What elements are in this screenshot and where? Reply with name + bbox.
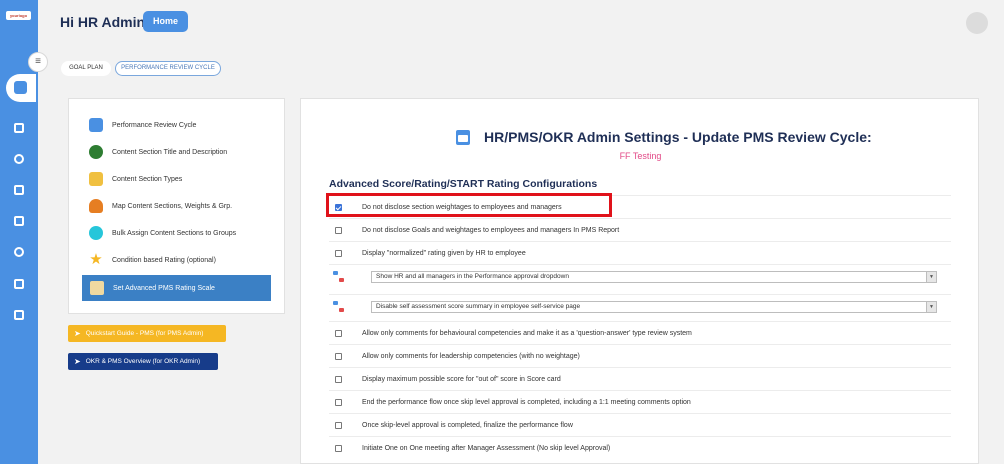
chevron-down-icon: ▼ [926, 271, 936, 282]
settings-menu-card: Performance Review Cycle Content Section… [68, 98, 285, 314]
quickstart-guide-button[interactable]: ➤ Quickstart Guide - PMS (for PMS Admin) [68, 325, 226, 342]
menu-item-performance-review-cycle[interactable]: Performance Review Cycle [89, 116, 196, 134]
option-row[interactable]: Display "normalized" rating given by HR … [329, 241, 951, 264]
option-label: Initiate One on One meeting after Manage… [362, 444, 611, 452]
option-row[interactable]: Allow only comments for behavioural comp… [329, 321, 951, 344]
option-checkbox[interactable] [335, 375, 342, 383]
handshake-icon[interactable] [14, 247, 24, 257]
option-label: End the performance flow once skip level… [362, 398, 691, 406]
menu-item-content-section-title[interactable]: Content Section Title and Description [89, 143, 227, 161]
option-checkbox[interactable] [335, 444, 342, 452]
menu-item-label: Condition based Rating (optional) [112, 256, 216, 264]
menu-item-condition-based-rating[interactable]: ★ Condition based Rating (optional) [89, 251, 216, 269]
approval-dropdown-select[interactable]: Show HR and all managers in the Performa… [371, 270, 937, 283]
menu-item-label: Content Section Types [112, 175, 183, 183]
chevron-down-icon: ▼ [926, 301, 936, 312]
option-checkbox[interactable] [335, 421, 342, 429]
rating-scale-icon [90, 281, 104, 295]
dashboard-icon [14, 81, 27, 94]
calendar-icon [89, 118, 103, 132]
settings-content-card: HR/PMS/OKR Admin Settings - Update PMS R… [300, 98, 979, 464]
option-row[interactable]: Do not disclose Goals and weightages to … [329, 218, 951, 241]
group-icon [89, 226, 103, 240]
option-label: Display "normalized" rating given by HR … [362, 249, 526, 257]
collapse-sidebar-icon[interactable]: ≡ [28, 52, 48, 72]
select-row: Show HR and all managers in the Performa… [329, 264, 951, 288]
workflow-icon [333, 270, 345, 283]
document-icon[interactable] [14, 279, 24, 289]
star-icon: ★ [89, 251, 103, 268]
option-label: Allow only comments for behavioural comp… [362, 329, 692, 337]
book-open-icon[interactable] [14, 185, 24, 195]
option-row[interactable]: Once skip-level approval is completed, f… [329, 413, 951, 436]
avatar[interactable] [966, 12, 988, 34]
calendar-title-icon [456, 129, 470, 145]
brand-logo: yourlogo [6, 11, 31, 20]
tab-performance-review-cycle[interactable]: PERFORMANCE REVIEW CYCLE [115, 61, 221, 76]
users-icon[interactable] [14, 154, 24, 164]
option-row[interactable]: Allow only comments for leadership compe… [329, 344, 951, 367]
section-heading: Advanced Score/Rating/START Rating Confi… [329, 178, 598, 190]
option-label: Do not disclose Goals and weightages to … [362, 226, 620, 234]
option-checkbox[interactable] [335, 398, 342, 406]
option-label: Once skip-level approval is completed, f… [362, 421, 573, 429]
menu-item-advanced-pms-rating-scale[interactable]: Set Advanced PMS Rating Scale [82, 275, 271, 301]
review-cycle-name: FF Testing [619, 151, 662, 161]
option-row[interactable]: Initiate One on One meeting after Manage… [329, 436, 951, 459]
menu-item-label: Bulk Assign Content Sections to Groups [112, 229, 237, 237]
option-checkbox[interactable] [335, 226, 342, 234]
menu-item-label: Content Section Title and Description [112, 148, 228, 156]
option-checkbox[interactable] [335, 249, 342, 257]
badge-icon [89, 172, 103, 186]
option-row[interactable]: End the performance flow once skip level… [329, 390, 951, 413]
rocket-icon: ➤ [74, 357, 81, 366]
person-icon [89, 199, 103, 213]
menu-item-map-content-sections[interactable]: Map Content Sections, Weights & Grp. [89, 197, 232, 215]
option-row[interactable]: Display maximum possible score for "out … [329, 367, 951, 390]
option-checkbox[interactable] [335, 352, 342, 360]
rail-item-dashboard[interactable] [6, 74, 36, 102]
home-button[interactable]: Home [143, 11, 188, 32]
menu-item-content-section-types[interactable]: Content Section Types [89, 170, 182, 188]
greeting: Hi HR Admin [60, 14, 146, 30]
self-assessment-select[interactable]: Disable self assessment score summary in… [371, 300, 937, 313]
calendar-rail-icon[interactable] [14, 310, 24, 320]
annotation-highlight-box [326, 193, 612, 217]
option-checkbox[interactable] [335, 329, 342, 337]
menu-item-label: Set Advanced PMS Rating Scale [113, 284, 215, 292]
option-label: Allow only comments for leadership compe… [362, 352, 580, 360]
rocket-icon: ➤ [74, 329, 81, 338]
page-title-row: HR/PMS/OKR Admin Settings - Update PMS R… [456, 129, 872, 145]
menu-item-bulk-assign[interactable]: Bulk Assign Content Sections to Groups [89, 224, 236, 242]
tab-goal-plan[interactable]: GOAL PLAN [61, 61, 111, 76]
book-icon[interactable] [14, 123, 24, 133]
menu-item-label: Performance Review Cycle [112, 121, 197, 129]
page-title: HR/PMS/OKR Admin Settings - Update PMS R… [484, 129, 872, 145]
okr-pms-overview-button[interactable]: ➤ OKR & PMS Overview (for OKR Admin) [68, 353, 218, 370]
dots-icon [89, 145, 103, 159]
select-row: Disable self assessment score summary in… [329, 294, 951, 318]
workflow-icon [333, 300, 345, 313]
menu-item-label: Map Content Sections, Weights & Grp. [112, 202, 233, 210]
option-label: Display maximum possible score for "out … [362, 375, 561, 383]
chart-icon[interactable] [14, 216, 24, 226]
